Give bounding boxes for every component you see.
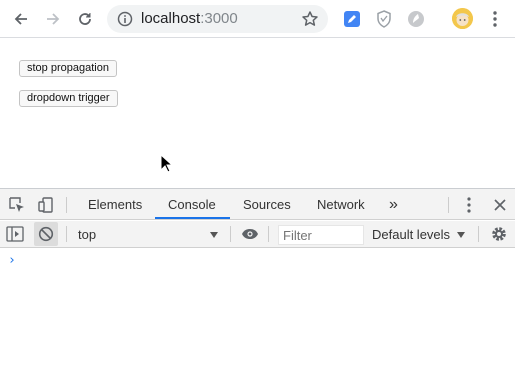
extension-button-shield[interactable] (375, 10, 393, 28)
clear-console-icon (38, 226, 54, 242)
info-icon[interactable] (117, 11, 133, 27)
kebab-menu-icon (467, 197, 471, 213)
console-settings-button[interactable] (489, 224, 509, 244)
toolbar-divider (230, 226, 231, 242)
toolbar-divider (478, 226, 479, 242)
live-expression-button[interactable] (240, 224, 260, 244)
stop-propagation-button[interactable]: stop propagation (19, 60, 117, 77)
tab-network[interactable]: Network (317, 189, 365, 219)
console-output[interactable]: › (0, 249, 515, 374)
forward-arrow-icon (47, 13, 60, 25)
device-toggle-icon (38, 197, 53, 213)
address-bar[interactable]: localhost:3000 (107, 5, 328, 33)
extension-button-blue[interactable] (343, 10, 361, 28)
more-tabs-button[interactable]: » (389, 189, 398, 219)
chevron-down-icon (457, 232, 465, 238)
tab-elements[interactable]: Elements (88, 189, 142, 219)
url-text: localhost:3000 (141, 11, 238, 27)
inspect-element-button[interactable] (7, 195, 27, 215)
shield-icon (377, 10, 391, 28)
close-icon (494, 199, 506, 211)
extension-circle-icon (408, 11, 424, 27)
reload-icon (79, 13, 91, 25)
show-sidebar-button[interactable] (5, 224, 25, 244)
tab-sources[interactable]: Sources (243, 189, 291, 219)
chevron-down-icon (210, 232, 218, 238)
inspect-icon (9, 197, 24, 212)
forward-button[interactable] (42, 8, 64, 30)
avatar-face-icon (452, 8, 473, 29)
devtools-menu-button[interactable] (459, 195, 479, 215)
mouse-cursor-icon (160, 154, 172, 173)
tab-console[interactable]: Console (168, 189, 216, 219)
eye-icon (242, 229, 258, 239)
url-host: localhost (141, 10, 201, 27)
log-levels-dropdown[interactable]: Default levels (372, 227, 450, 242)
url-port: :3000 (200, 10, 238, 27)
sidebar-toggle-icon (6, 226, 24, 242)
page-viewport: stop propagation dropdown trigger (0, 39, 515, 188)
back-arrow-icon (14, 13, 27, 25)
bookmark-star-icon[interactable] (301, 10, 319, 28)
filter-input[interactable] (278, 225, 364, 245)
toolbar-divider (66, 197, 67, 213)
browser-toolbar: localhost:3000 (0, 0, 515, 38)
dropdown-trigger-button[interactable]: dropdown trigger (19, 90, 118, 107)
toolbar-divider (66, 226, 67, 242)
console-prompt: › (8, 253, 16, 268)
clear-console-button[interactable] (34, 222, 58, 246)
back-button[interactable] (10, 8, 32, 30)
extension-button-gray[interactable] (407, 10, 425, 28)
device-toolbar-button[interactable] (36, 195, 56, 215)
profile-avatar[interactable] (452, 8, 473, 29)
extension-pen-icon (344, 11, 360, 27)
close-devtools-button[interactable] (490, 195, 510, 215)
context-selector[interactable]: top (78, 227, 96, 242)
devtools-tab-bar: Elements Console Sources Network » (0, 189, 515, 220)
gear-icon (492, 227, 506, 241)
active-tab-indicator (155, 217, 230, 219)
devtools-panel: Elements Console Sources Network » top F… (0, 188, 515, 374)
toolbar-divider (448, 197, 449, 213)
reload-button[interactable] (74, 8, 96, 30)
browser-menu-icon[interactable] (488, 10, 502, 28)
console-toolbar: top Default levels (0, 221, 515, 248)
toolbar-divider (268, 226, 269, 242)
